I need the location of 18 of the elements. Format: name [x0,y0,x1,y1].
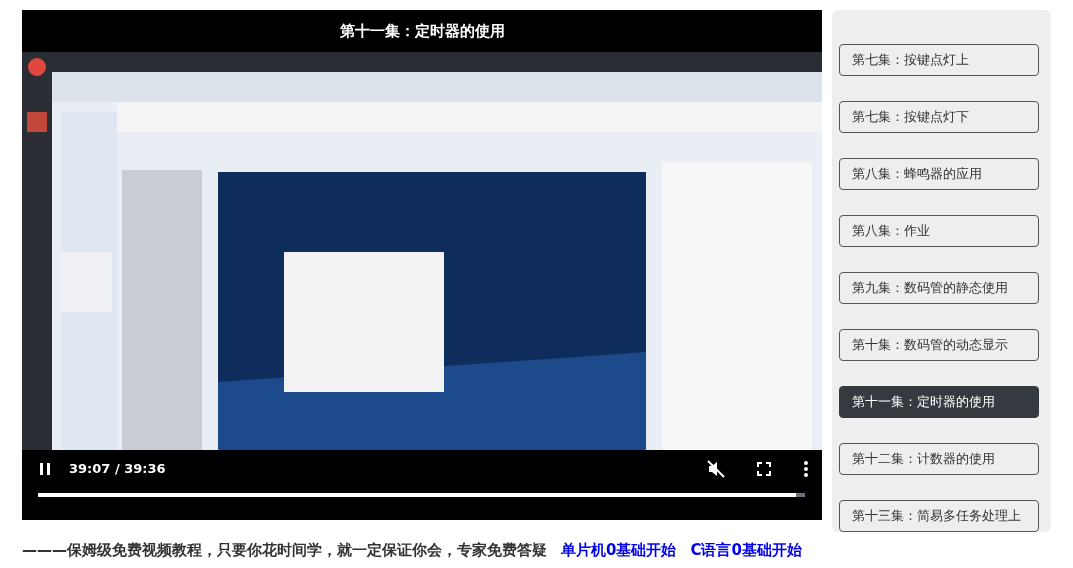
more-icon [804,461,808,477]
episode-item[interactable]: 第七集：按键点灯上 [839,44,1039,76]
promo-text: ———保姆级免费视频教程，只要你花时间学，就一定保证你会，专家免费答疑 [22,540,547,560]
time-display: 39:07 / 39:36 [69,460,166,479]
episode-item[interactable]: 第十二集：计数器的使用 [839,443,1039,475]
video-title: 第十一集：定时器的使用 [339,20,505,42]
episode-item[interactable]: 第七集：按键点灯下 [839,101,1039,133]
fullscreen-icon [757,462,771,476]
episode-item[interactable]: 第九集：数码管的静态使用 [839,272,1039,304]
course-link[interactable]: C语言0基础开始 [690,540,802,560]
episode-item[interactable]: 第十集：数码管的动态显示 [839,329,1039,361]
episode-item[interactable]: 第十三集：简易多任务处理上 [839,500,1039,532]
episode-item[interactable]: 第八集：作业 [839,215,1039,247]
course-link[interactable]: 单片机0基础开始 [561,540,677,560]
pause-icon [39,462,51,476]
episode-item[interactable]: 第八集：蜂鸣器的应用 [839,158,1039,190]
episode-item[interactable]: 第十一集：定时器的使用 [839,386,1039,418]
muted-speaker-icon [706,460,726,478]
